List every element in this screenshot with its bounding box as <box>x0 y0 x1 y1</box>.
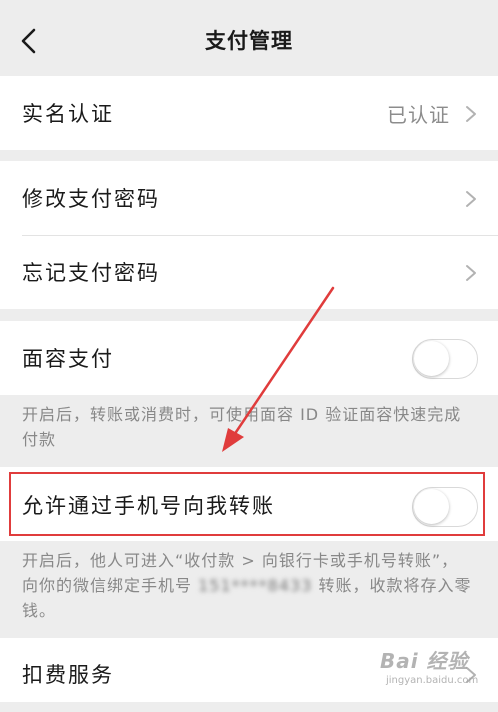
nav-bar: 支付管理 <box>0 0 498 76</box>
chevron-right-icon <box>466 106 476 122</box>
chevron-right-icon <box>466 191 476 207</box>
realname-card: 实名认证 已认证 <box>0 76 498 150</box>
chevron-right-icon <box>466 265 476 281</box>
faceid-hint: 开启后，转账或消费时，可使用面容 ID 验证面容快速完成付款 <box>22 405 462 449</box>
watermark-logo: Bai 经验 jingyan.baidu.com <box>380 645 490 695</box>
faceid-row: 面容支付 <box>0 321 498 395</box>
toggle-knob <box>414 341 449 376</box>
faceid-card: 面容支付 <box>0 321 498 395</box>
phone-transfer-hint: 开启后，他人可进入“收付款 > 向银行卡或手机号转账”，向你的微信绑定手机号 1… <box>22 548 474 623</box>
forgot-password-label: 忘记支付密码 <box>22 261 160 285</box>
phone-transfer-label: 允许通过手机号向我转账 <box>22 494 275 518</box>
realname-status: 已认证 <box>387 103 450 127</box>
realname-label: 实名认证 <box>22 102 114 126</box>
phone-transfer-row: 允许通过手机号向我转账 <box>0 467 498 541</box>
forgot-password-row[interactable]: 忘记支付密码 <box>0 235 498 309</box>
toggle-knob <box>414 489 449 524</box>
realname-row[interactable]: 实名认证 已认证 <box>0 76 498 150</box>
change-password-label: 修改支付密码 <box>22 187 160 211</box>
faceid-label: 面容支付 <box>22 347 114 371</box>
change-password-row[interactable]: 修改支付密码 <box>0 161 498 235</box>
phone-transfer-toggle[interactable] <box>412 487 478 527</box>
deduction-label: 扣费服务 <box>22 663 114 687</box>
watermark-url: jingyan.baidu.com <box>386 675 479 686</box>
page-title: 支付管理 <box>205 29 293 53</box>
faceid-toggle[interactable] <box>412 339 478 379</box>
password-card: 修改支付密码 忘记支付密码 <box>0 161 498 309</box>
masked-phone: 151****8433 <box>198 576 313 595</box>
phone-transfer-card: 允许通过手机号向我转账 <box>0 467 498 541</box>
watermark-text: Bai 经验 <box>380 649 469 673</box>
row-divider <box>22 235 498 236</box>
